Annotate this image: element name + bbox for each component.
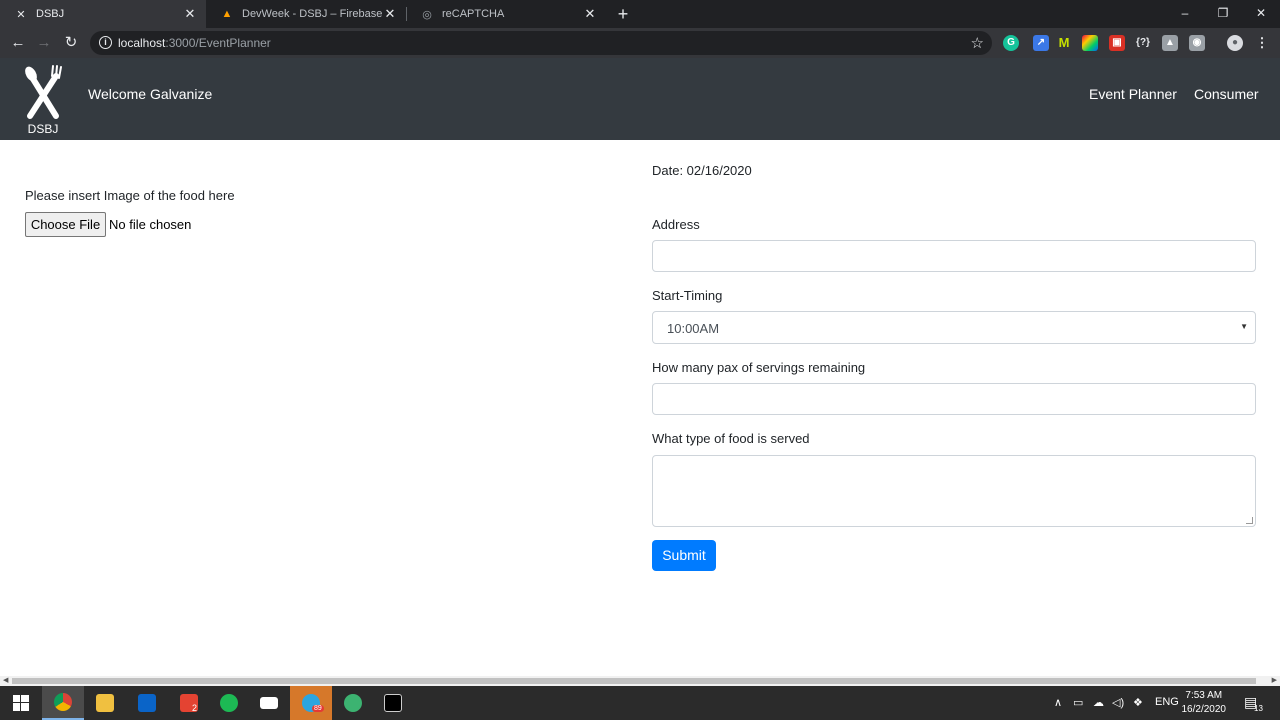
close-tab-icon[interactable]: ✕ (382, 6, 398, 22)
telegram-taskbar-icon[interactable]: 89 (290, 686, 332, 720)
telegram-badge: 89 (312, 705, 324, 712)
image-upload-label: Please insert Image of the food here (25, 188, 235, 203)
globe-icon: ◎ (422, 8, 432, 21)
spotify-icon (220, 694, 238, 712)
page-content: DSBJ Welcome Galvanize Event Planner Con… (0, 58, 1280, 686)
address-label: Address (652, 217, 700, 232)
windows-taskbar: 2 89 ∧ ▭ ☁ ◁) ❖ ENG 7:53 AM 16/2/2020 ▤ … (0, 686, 1280, 720)
top-navbar: DSBJ Welcome Galvanize Event Planner Con… (0, 58, 1280, 140)
forward-icon[interactable]: → (34, 34, 54, 52)
brand-logo[interactable]: DSBJ (22, 64, 64, 136)
dropdown-caret-icon: ▼ (1240, 322, 1248, 331)
nav-link-event-planner[interactable]: Event Planner (1089, 86, 1177, 102)
fork-knife-icon: ✕ (16, 8, 26, 21)
chrome-taskbar-icon[interactable] (42, 686, 84, 720)
minimize-icon[interactable]: – (1166, 0, 1204, 28)
servings-label: How many pax of servings remaining (652, 360, 866, 375)
tab-dsbj[interactable]: ✕ DSBJ ✕ (0, 0, 206, 28)
resize-grip-icon[interactable] (1246, 517, 1253, 524)
app-taskbar-icon[interactable] (332, 686, 374, 720)
tab-title: DevWeek - DSBJ – Firebase cons… (242, 8, 382, 20)
tray-chevron-up-icon[interactable]: ∧ (1054, 696, 1062, 709)
battery-icon[interactable]: ▭ (1073, 696, 1083, 709)
welcome-text: Welcome Galvanize (88, 86, 213, 102)
tab-firebase[interactable]: ▲ DevWeek - DSBJ – Firebase cons… ✕ (206, 0, 406, 28)
language-indicator[interactable]: ENG (1155, 696, 1179, 708)
info-icon[interactable]: i (99, 36, 112, 49)
tab-title: reCAPTCHA (442, 8, 505, 20)
close-tab-icon[interactable]: ✕ (182, 6, 198, 22)
menu-kebab-icon[interactable]: ⋮ (1254, 35, 1270, 51)
file-status-text: No file chosen (109, 217, 192, 232)
browser-toolbar: ← → ↻ i localhost:3000/EventPlanner ☆ G … (0, 28, 1280, 58)
grammarly-extension-icon[interactable]: G (1003, 35, 1019, 51)
profile-avatar-icon[interactable]: ● (1227, 35, 1243, 51)
firebase-icon: ▲ (221, 8, 233, 20)
url-text[interactable]: localhost:3000/EventPlanner (118, 36, 271, 50)
chrome-icon (54, 693, 72, 711)
todoist-badge: 2 (192, 703, 198, 713)
scrollbar-thumb[interactable] (12, 678, 1256, 684)
tab-recaptcha[interactable]: ◎ reCAPTCHA ✕ (406, 0, 606, 28)
food-type-label: What type of food is served (652, 431, 810, 446)
tab-title: DSBJ (36, 8, 65, 20)
spotify-taskbar-icon[interactable] (208, 686, 250, 720)
terminal-taskbar-icon[interactable] (372, 686, 414, 720)
dropbox-icon[interactable]: ❖ (1133, 696, 1143, 709)
event-date: Date: 02/16/2020 (652, 163, 752, 178)
green-app-icon (344, 694, 362, 712)
clock-time: 7:53 AM (1185, 690, 1223, 701)
back-icon[interactable]: ← (8, 34, 28, 52)
choose-file-button[interactable]: Choose File (25, 212, 106, 237)
url-path: :3000/EventPlanner (165, 36, 271, 50)
mail-icon (260, 697, 278, 709)
bookmark-star-icon[interactable]: ☆ (971, 34, 984, 52)
notification-count: 13 (1254, 704, 1263, 713)
todoist-taskbar-icon[interactable]: 2 (168, 686, 210, 720)
horizontal-scrollbar[interactable]: ◀ ▶ (0, 676, 1280, 686)
bracket-extension-icon[interactable]: {?} (1135, 35, 1151, 51)
nav-link-consumer[interactable]: Consumer (1194, 86, 1259, 102)
system-clock[interactable]: 7:53 AM 16/2/2020 (1182, 689, 1227, 717)
terminal-icon (384, 694, 402, 712)
extension-icon[interactable]: ↗ (1033, 35, 1049, 51)
outlook-taskbar-icon[interactable] (126, 686, 168, 720)
camera-extension-icon[interactable]: ◉ (1189, 35, 1205, 51)
reload-icon[interactable]: ↻ (61, 34, 81, 52)
volume-icon[interactable]: ◁) (1112, 696, 1124, 709)
scroll-left-icon[interactable]: ◀ (3, 676, 8, 686)
restore-icon[interactable]: ❐ (1204, 0, 1242, 28)
close-window-icon[interactable]: ✕ (1242, 0, 1280, 28)
clock-date: 16/2/2020 (1181, 704, 1227, 715)
address-bar[interactable]: i localhost:3000/EventPlanner ☆ (90, 31, 992, 55)
lock-extension-icon[interactable]: ▲ (1162, 35, 1178, 51)
close-tab-icon[interactable]: ✕ (582, 6, 598, 22)
onedrive-icon[interactable]: ☁ (1093, 696, 1104, 709)
fork-knife-logo-icon (25, 65, 62, 119)
windows-logo-icon (13, 695, 29, 711)
servings-input[interactable] (652, 383, 1256, 415)
food-type-textarea[interactable] (652, 455, 1256, 527)
brand-text: DSBJ (27, 122, 59, 136)
color-extension-icon[interactable] (1082, 35, 1098, 51)
submit-button[interactable]: Submit (652, 540, 716, 571)
folder-icon (96, 694, 114, 712)
new-tab-icon[interactable]: + (612, 3, 634, 25)
red-extension-icon[interactable]: ▣ (1109, 35, 1125, 51)
file-explorer-taskbar-icon[interactable] (84, 686, 126, 720)
scroll-right-icon[interactable]: ▶ (1272, 676, 1277, 686)
mail-taskbar-icon[interactable] (248, 686, 290, 720)
start-timing-select[interactable]: 10:00AM ▼ (652, 311, 1256, 344)
start-timing-label: Start-Timing (652, 288, 723, 303)
url-host: localhost (118, 36, 166, 50)
address-input[interactable] (652, 240, 1256, 272)
outlook-icon (138, 694, 156, 712)
m-extension-icon[interactable]: M (1056, 35, 1072, 51)
start-timing-value: 10:00AM (667, 321, 720, 336)
browser-tab-strip: ✕ DSBJ ✕ ▲ DevWeek - DSBJ – Firebase con… (0, 0, 1280, 28)
windows-start-icon[interactable] (0, 686, 42, 720)
